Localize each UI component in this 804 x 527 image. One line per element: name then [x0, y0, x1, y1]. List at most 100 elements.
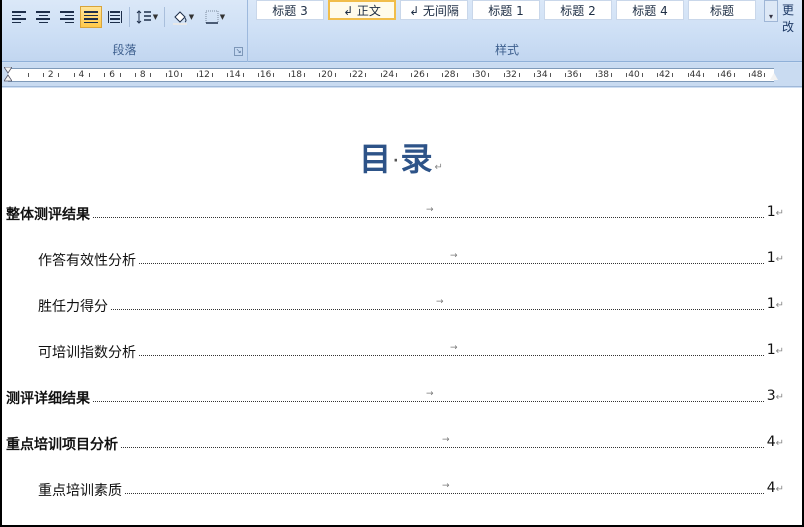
gallery-more-icon[interactable]: ▾ — [764, 0, 778, 22]
toc-title: 目·录↵ — [2, 134, 802, 180]
style-title[interactable]: 标题 — [688, 0, 756, 20]
style-label: 标题 2 — [560, 3, 596, 18]
justify-button[interactable] — [80, 6, 102, 28]
shading-button[interactable]: ▼ — [168, 6, 198, 28]
ruler-tick — [672, 73, 674, 77]
style-label: 标题 4 — [632, 3, 668, 18]
paragraph-mark: ↵ — [775, 300, 784, 311]
ruler-tick — [718, 73, 720, 77]
page-number-text: 3 — [766, 388, 776, 404]
toc-entry[interactable]: 胜任力得分 → 1↵ — [38, 296, 792, 316]
ribbon: ▼ ▼ ▼ 段落 ↘ 标题 3 ↲ 正文 ↲ 无间隔 标题 1 标题 2 标题 … — [2, 0, 802, 62]
change-styles-button[interactable]: 更改 — [782, 1, 802, 35]
separator — [129, 7, 130, 27]
ruler-number: 10 — [167, 70, 180, 80]
ruler-tick — [549, 73, 551, 77]
ruler-number: 28 — [444, 70, 456, 80]
tab-mark: → — [450, 251, 458, 261]
tab-mark: → — [450, 343, 458, 353]
left-indent-marker-icon[interactable] — [4, 67, 12, 83]
ruler-tick — [273, 73, 275, 77]
page-number-text: 1 — [766, 296, 776, 312]
style-heading3[interactable]: 标题 3 — [256, 0, 324, 20]
ruler-tick — [641, 73, 643, 77]
page-number-text: 4 — [766, 480, 776, 496]
ruler-number: 46 — [720, 70, 732, 80]
toc-entry[interactable]: 整体测评结果 → 1↵ — [6, 204, 792, 224]
toc-entry[interactable]: 重点培训素质 → 4↵ — [38, 480, 792, 500]
ruler-number: 14 — [229, 70, 241, 80]
align-center-button[interactable] — [32, 6, 54, 28]
dialog-launcher-icon[interactable]: ↘ — [234, 47, 243, 56]
toc-leader — [6, 401, 766, 402]
toc-page-number: 1↵ — [764, 296, 784, 312]
ruler-number: 30 — [474, 70, 487, 80]
toc-entry-text: 重点培训素质 — [38, 480, 124, 500]
ruler-tick — [73, 73, 75, 77]
paragraph-mark: ↵ — [775, 254, 784, 265]
style-no-spacing[interactable]: ↲ 无间隔 — [400, 0, 468, 20]
ruler-number: 8 — [139, 70, 146, 80]
ruler-tick — [534, 73, 536, 77]
ruler-number: 20 — [321, 70, 333, 80]
toc-leader — [38, 355, 766, 356]
paragraph-group: ▼ ▼ ▼ 段落 ↘ — [2, 0, 248, 62]
align-right-button[interactable] — [56, 6, 78, 28]
toc-entry[interactable]: 作答有效性分析 → 1↵ — [38, 250, 792, 270]
ruler-tick — [626, 73, 628, 77]
separator — [164, 7, 165, 27]
toc-entry[interactable]: 测评详细结果 → 3↵ — [6, 388, 792, 408]
ruler-tick — [365, 73, 367, 77]
page-number-text: 1 — [766, 204, 776, 220]
tab-mark: → — [426, 389, 434, 399]
ruler-tick — [457, 73, 459, 77]
ruler-tick — [488, 73, 490, 77]
right-indent-marker-icon[interactable] — [769, 72, 779, 80]
styles-group-label: 样式 — [494, 43, 519, 57]
toc-page-number: 1↵ — [764, 342, 784, 358]
toc-page-number: 1↵ — [764, 204, 784, 220]
ruler-tick — [181, 73, 183, 77]
style-heading1[interactable]: 标题 1 — [472, 0, 540, 20]
chevron-down-icon: ▼ — [219, 13, 226, 21]
ruler-tick — [350, 73, 352, 77]
document-page[interactable]: 目·录↵ 整体测评结果 → 1↵ 作答有效性分析 → 1↵ 胜任力得分 → 1↵ 可培训指数分析 →… — [2, 88, 802, 525]
toc-entry[interactable]: 重点培训项目分析 → 4↵ — [6, 434, 792, 454]
ruler-tick — [196, 73, 198, 77]
line-spacing-button[interactable]: ▼ — [133, 6, 161, 28]
distributed-icon — [108, 11, 122, 23]
ruler-tick — [580, 73, 582, 77]
title-char: 目 — [359, 140, 394, 178]
paragraph-mark: ↵ — [434, 162, 445, 173]
distributed-button[interactable] — [104, 6, 126, 28]
ruler-tick — [518, 73, 520, 77]
ruler-number: 4 — [78, 70, 85, 80]
ruler-tick — [749, 73, 751, 77]
line-spacing-icon — [136, 10, 151, 24]
toc-entry-text: 整体测评结果 — [6, 204, 92, 224]
toc-leader — [6, 217, 766, 218]
chevron-down-icon: ▼ — [152, 13, 159, 21]
style-heading2[interactable]: 标题 2 — [544, 0, 612, 20]
styles-group: 标题 3 ↲ 正文 ↲ 无间隔 标题 1 标题 2 标题 4 标题 ▾ 更改 样… — [252, 0, 802, 62]
paragraph-mark: ↵ — [775, 392, 784, 403]
style-label: ↲ 无间隔 — [409, 3, 459, 18]
align-left-button[interactable] — [8, 6, 30, 28]
align-center-icon — [36, 11, 50, 23]
ruler-number: 22 — [351, 70, 364, 80]
borders-button[interactable]: ▼ — [200, 6, 230, 28]
align-left-icon — [12, 11, 26, 23]
toc-entry[interactable]: 可培训指数分析 → 1↵ — [38, 342, 792, 362]
ruler-tick — [119, 73, 121, 77]
style-heading4[interactable]: 标题 4 — [616, 0, 684, 20]
paragraph-mark: ↵ — [775, 484, 784, 495]
horizontal-ruler[interactable]: 2 4 6 8 10 12 14 16 18 20 22 24 26 28 30 32 34 36 38 40 42 44… — [2, 63, 802, 87]
tab-mark: → — [436, 297, 444, 307]
ruler-tick — [319, 73, 321, 77]
border-icon — [205, 10, 219, 24]
ruler-tick — [43, 73, 45, 77]
style-normal[interactable]: ↲ 正文 — [328, 0, 396, 20]
word-window: ▼ ▼ ▼ 段落 ↘ 标题 3 ↲ 正文 ↲ 无间隔 标题 1 标题 2 标题 … — [2, 0, 802, 525]
ruler-tick — [764, 73, 766, 77]
paragraph-mark: ↵ — [775, 208, 784, 219]
